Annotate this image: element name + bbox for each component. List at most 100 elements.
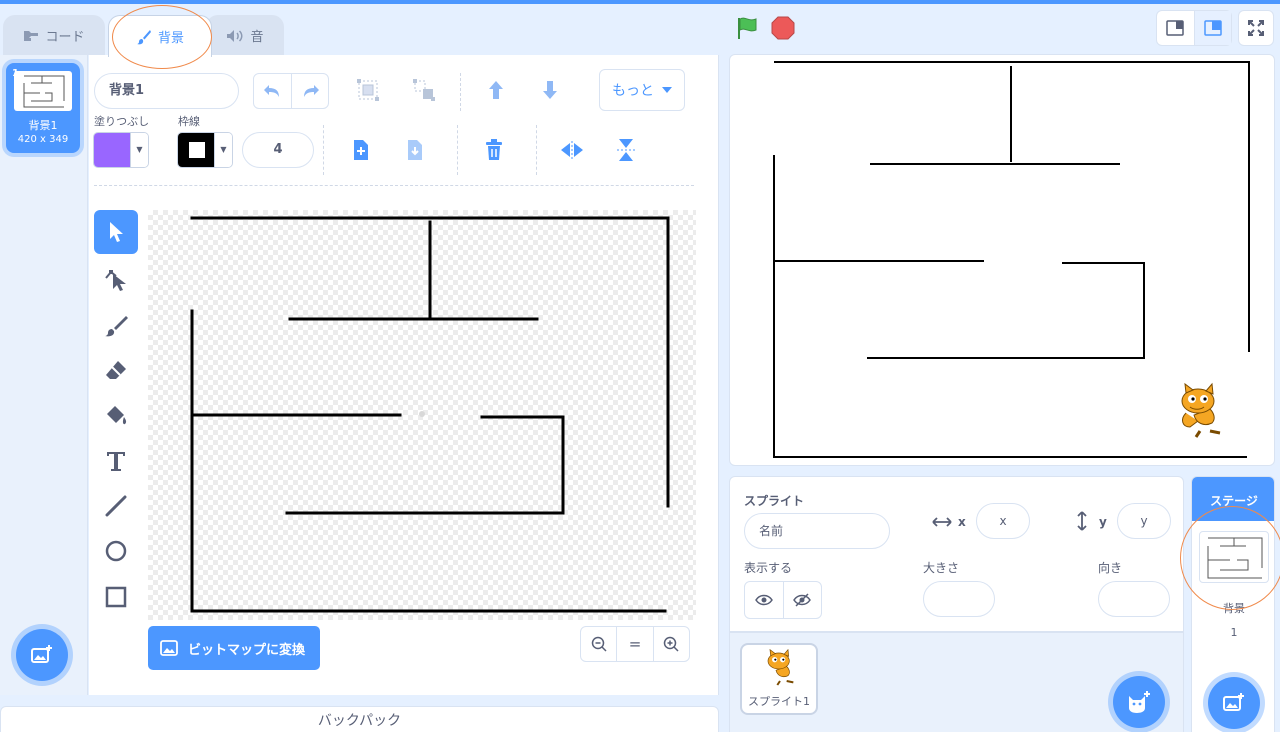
fullscreen-button[interactable]: [1238, 10, 1274, 46]
tab-sounds[interactable]: 音: [206, 15, 284, 55]
convert-to-bitmap-button[interactable]: ビットマップに変換: [148, 626, 320, 670]
text-tool[interactable]: [94, 439, 138, 483]
arrow-up-icon: [489, 81, 503, 99]
backward-button[interactable]: [535, 75, 565, 105]
eraser-tool[interactable]: [94, 349, 138, 393]
copy-icon: [354, 140, 368, 160]
line-icon: [105, 495, 127, 517]
ungroup-button[interactable]: [409, 75, 439, 105]
top-accent-bar: [0, 0, 1280, 4]
rectangle-icon: [105, 586, 127, 608]
tab-code[interactable]: コード: [3, 15, 105, 55]
toolbar-separator: [460, 73, 461, 111]
y-label: y: [1099, 515, 1107, 529]
tab-code-label: コード: [45, 30, 85, 45]
stage[interactable]: [729, 54, 1275, 466]
sprite-name-input[interactable]: 名前: [744, 513, 890, 549]
hide-sprite-button[interactable]: [784, 582, 822, 618]
circle-tool[interactable]: [94, 529, 138, 573]
size-input[interactable]: [923, 581, 995, 617]
paint-editor: 背景1 もっと 塗りつぶし 枠線 ▼ ▼ 4 ビットマップに変換 =: [89, 55, 719, 695]
stage-selector[interactable]: ステージ 背景 1: [1191, 476, 1275, 732]
trash-icon: [486, 139, 502, 160]
circle-icon: [105, 540, 127, 562]
direction-input[interactable]: [1098, 581, 1170, 617]
choose-backdrop-button[interactable]: [16, 629, 68, 681]
reshape-tool[interactable]: [94, 258, 138, 302]
stage-backdrops-label: 背景: [1223, 602, 1245, 615]
rectangle-tool[interactable]: [94, 575, 138, 619]
outline-label: 枠線: [178, 115, 200, 128]
flip-vertical-button[interactable]: [611, 135, 641, 165]
sprite-info-panel: スプライト 名前 x x y y 表示する 大きさ 向き: [729, 476, 1184, 632]
select-tool[interactable]: [94, 210, 138, 254]
zoom-controls: =: [580, 626, 690, 662]
backdrop-name: 背景1: [28, 119, 58, 132]
direction-label: 向き: [1098, 561, 1123, 575]
line-tool[interactable]: [94, 484, 138, 528]
paint-bucket-icon: [107, 406, 127, 425]
fullscreen-icon: [1248, 20, 1264, 36]
paste-icon: [408, 140, 422, 160]
small-stage-button[interactable]: [1157, 11, 1195, 45]
zoom-reset-button[interactable]: =: [617, 627, 654, 661]
eye-icon: [754, 594, 773, 606]
stop-button[interactable]: [769, 14, 797, 42]
cat-sprite: [1181, 382, 1221, 438]
y-input[interactable]: y: [1117, 503, 1171, 539]
zoom-in-button[interactable]: [654, 627, 689, 661]
group-button[interactable]: [353, 75, 383, 105]
caret-down-icon: ▼: [214, 133, 232, 167]
green-flag-button[interactable]: [734, 14, 762, 42]
undo-button[interactable]: [253, 73, 291, 109]
normal-stage-button[interactable]: [1194, 11, 1231, 45]
arrow-cursor-icon: [110, 222, 123, 242]
redo-button[interactable]: [291, 73, 329, 109]
vertical-arrows-icon: [1077, 511, 1087, 531]
redo-icon: [303, 85, 319, 97]
outline-color-picker[interactable]: ▼: [177, 132, 233, 168]
flip-horizontal-icon: [561, 141, 583, 159]
text-icon: [107, 452, 125, 471]
flip-vertical-icon: [617, 139, 635, 161]
choose-stage-backdrop-button[interactable]: [1208, 677, 1260, 729]
costume-name-input[interactable]: 背景1: [94, 73, 239, 109]
backdrop-list: 1 背景1 420 x 349: [0, 55, 88, 695]
zoom-in-icon: [664, 636, 679, 652]
zoom-out-icon: [591, 636, 607, 652]
brush-tool[interactable]: [94, 304, 138, 348]
paste-button[interactable]: [400, 135, 430, 165]
add-cat-icon: [1129, 691, 1150, 713]
ungroup-icon: [413, 79, 435, 101]
arrow-down-icon: [543, 81, 557, 99]
tab-sounds-label: 音: [250, 30, 264, 45]
forward-button[interactable]: [481, 75, 511, 105]
speaker-icon: [227, 29, 243, 42]
backdrop-item[interactable]: 1 背景1 420 x 349: [6, 63, 80, 153]
normal-stage-icon: [1204, 20, 1222, 36]
tab-backdrops[interactable]: 背景: [108, 15, 212, 57]
delete-button[interactable]: [479, 135, 509, 165]
stroke-width-input[interactable]: 4: [242, 132, 314, 168]
outline-color-swatch: [178, 133, 216, 167]
x-input[interactable]: x: [976, 503, 1030, 539]
flip-horizontal-button[interactable]: [557, 135, 587, 165]
paint-canvas[interactable]: [148, 210, 696, 620]
reshape-icon: [105, 270, 126, 291]
zoom-out-button[interactable]: [581, 627, 618, 661]
show-sprite-button[interactable]: [745, 582, 784, 618]
backdrop-thumbnail: [14, 71, 72, 111]
copy-button[interactable]: [346, 135, 376, 165]
sprite-title: スプライト: [744, 494, 805, 508]
small-stage-icon: [1166, 20, 1184, 36]
backpack-header[interactable]: バックパック: [0, 706, 719, 732]
fill-color-picker[interactable]: ▼: [93, 132, 149, 168]
choose-sprite-button[interactable]: [1113, 676, 1165, 728]
x-label: x: [958, 515, 966, 529]
fill-tool[interactable]: [94, 394, 138, 438]
more-menu-button[interactable]: もっと: [599, 69, 685, 111]
toolbar-separator: [457, 125, 458, 175]
image-icon: [160, 640, 178, 656]
stage-maze: [773, 61, 1250, 458]
sprite-tile[interactable]: スプライト1: [740, 643, 818, 715]
